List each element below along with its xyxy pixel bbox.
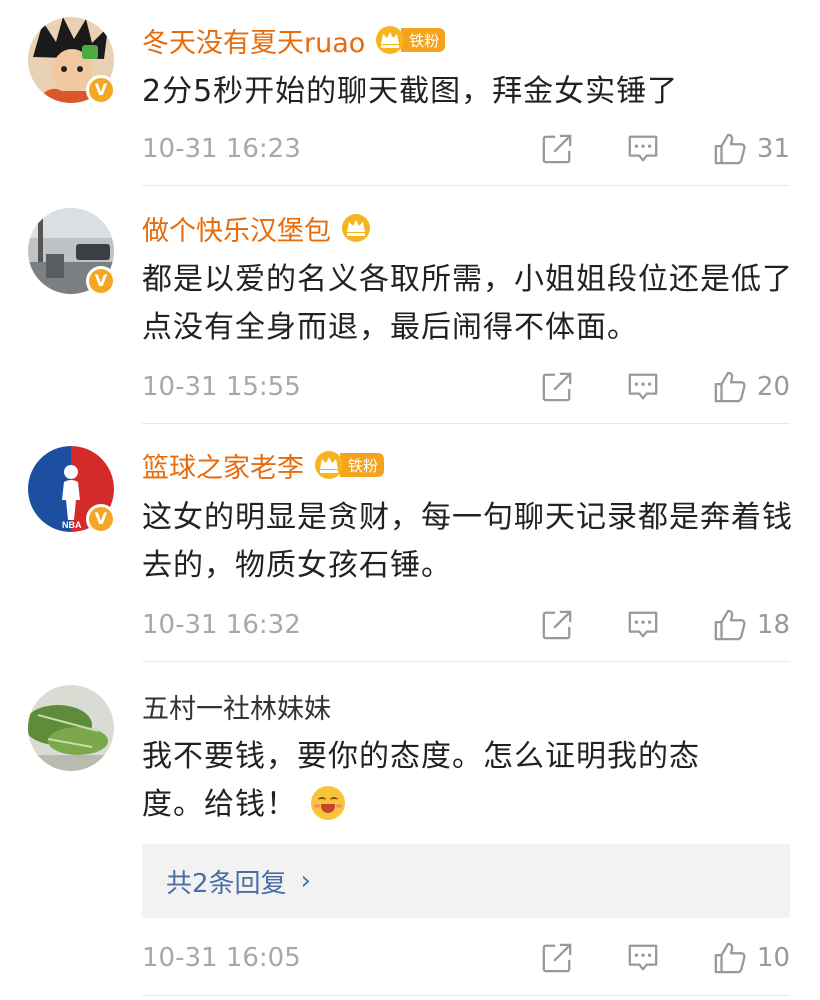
blush-emoji-icon	[311, 786, 345, 820]
comment-icon	[627, 942, 659, 974]
divider	[142, 423, 790, 424]
fan-tag: 铁粉	[401, 28, 446, 52]
comment-time: 10-31 16:32	[142, 610, 301, 640]
comment-text-line: 我不要钱，要你的态度。怎么证明我的态	[142, 739, 700, 774]
username[interactable]: 篮球之家老李	[142, 446, 304, 485]
fan-badge[interactable]	[341, 213, 371, 243]
avatar[interactable]: V	[28, 208, 116, 296]
fan-badge[interactable]: 铁粉	[314, 450, 385, 480]
comment-time: 10-31 16:05	[142, 943, 301, 973]
like-button[interactable]: 31	[713, 132, 790, 166]
fan-badge[interactable]: 铁粉	[375, 25, 446, 55]
reply-button[interactable]	[627, 133, 659, 165]
username[interactable]: 五村一社林妹妹	[142, 687, 331, 726]
comment-text: 这女的明显是贪财，每一句聊天记录都是奔着钱去的，物质女孩石锤。	[142, 500, 793, 583]
like-count: 10	[756, 943, 790, 973]
share-button[interactable]	[541, 942, 573, 974]
crown-icon	[341, 213, 371, 243]
reply-button[interactable]	[627, 609, 659, 641]
reply-button[interactable]	[627, 942, 659, 974]
username[interactable]: 冬天没有夏天ruao	[142, 21, 365, 60]
divider	[142, 661, 790, 662]
avatar[interactable]	[28, 685, 114, 771]
comment-icon	[627, 133, 659, 165]
verified-badge-icon: V	[86, 504, 116, 534]
share-icon	[541, 371, 573, 403]
comment-icon	[627, 609, 659, 641]
like-button[interactable]: 18	[713, 608, 790, 642]
share-button[interactable]	[541, 133, 573, 165]
thumbs-up-icon	[713, 941, 747, 975]
comment-icon	[627, 371, 659, 403]
view-replies-link[interactable]: 共2条回复	[166, 863, 287, 900]
avatar[interactable]: V	[28, 17, 116, 105]
comment-text: 都是以爱的名义各取所需，小姐姐段位还是低了点没有全身而退，最后闹得不体面。	[142, 262, 793, 345]
share-icon	[541, 942, 573, 974]
reply-button[interactable]	[627, 371, 659, 403]
thumbs-up-icon	[713, 370, 747, 404]
verified-badge-icon: V	[86, 75, 116, 105]
like-button[interactable]: 20	[713, 370, 790, 404]
share-icon	[541, 133, 573, 165]
like-button[interactable]: 10	[713, 941, 790, 975]
share-button[interactable]	[541, 609, 573, 641]
chevron-right-icon: ›	[300, 866, 311, 896]
thumbs-up-icon	[713, 132, 747, 166]
comment-text-line-content: 度。给钱！	[142, 787, 297, 822]
comment-text: 我不要钱，要你的态度。怎么证明我的态 度。给钱！	[142, 733, 798, 829]
thumbs-up-icon	[713, 608, 747, 642]
nba-logo-text: NBA	[62, 520, 82, 530]
avatar[interactable]: NBA V	[28, 446, 116, 534]
comment-time: 10-31 16:23	[142, 134, 301, 164]
like-count: 20	[756, 372, 790, 402]
crown-icon	[314, 450, 344, 480]
username[interactable]: 做个快乐汉堡包	[142, 209, 331, 248]
share-button[interactable]	[541, 371, 573, 403]
share-icon	[541, 609, 573, 641]
divider	[142, 185, 790, 186]
divider	[142, 995, 790, 996]
verified-badge-icon: V	[86, 266, 116, 296]
comment-time: 10-31 15:55	[142, 372, 301, 402]
comment-text: 2分5秒开始的聊天截图，拜金女实锤了	[142, 74, 679, 109]
like-count: 18	[756, 610, 790, 640]
replies-panel[interactable]: 共2条回复 ›	[142, 844, 790, 918]
crown-icon	[375, 25, 405, 55]
fan-tag: 铁粉	[340, 453, 385, 477]
comment-text-line: 度。给钱！	[142, 781, 798, 829]
like-count: 31	[756, 134, 790, 164]
